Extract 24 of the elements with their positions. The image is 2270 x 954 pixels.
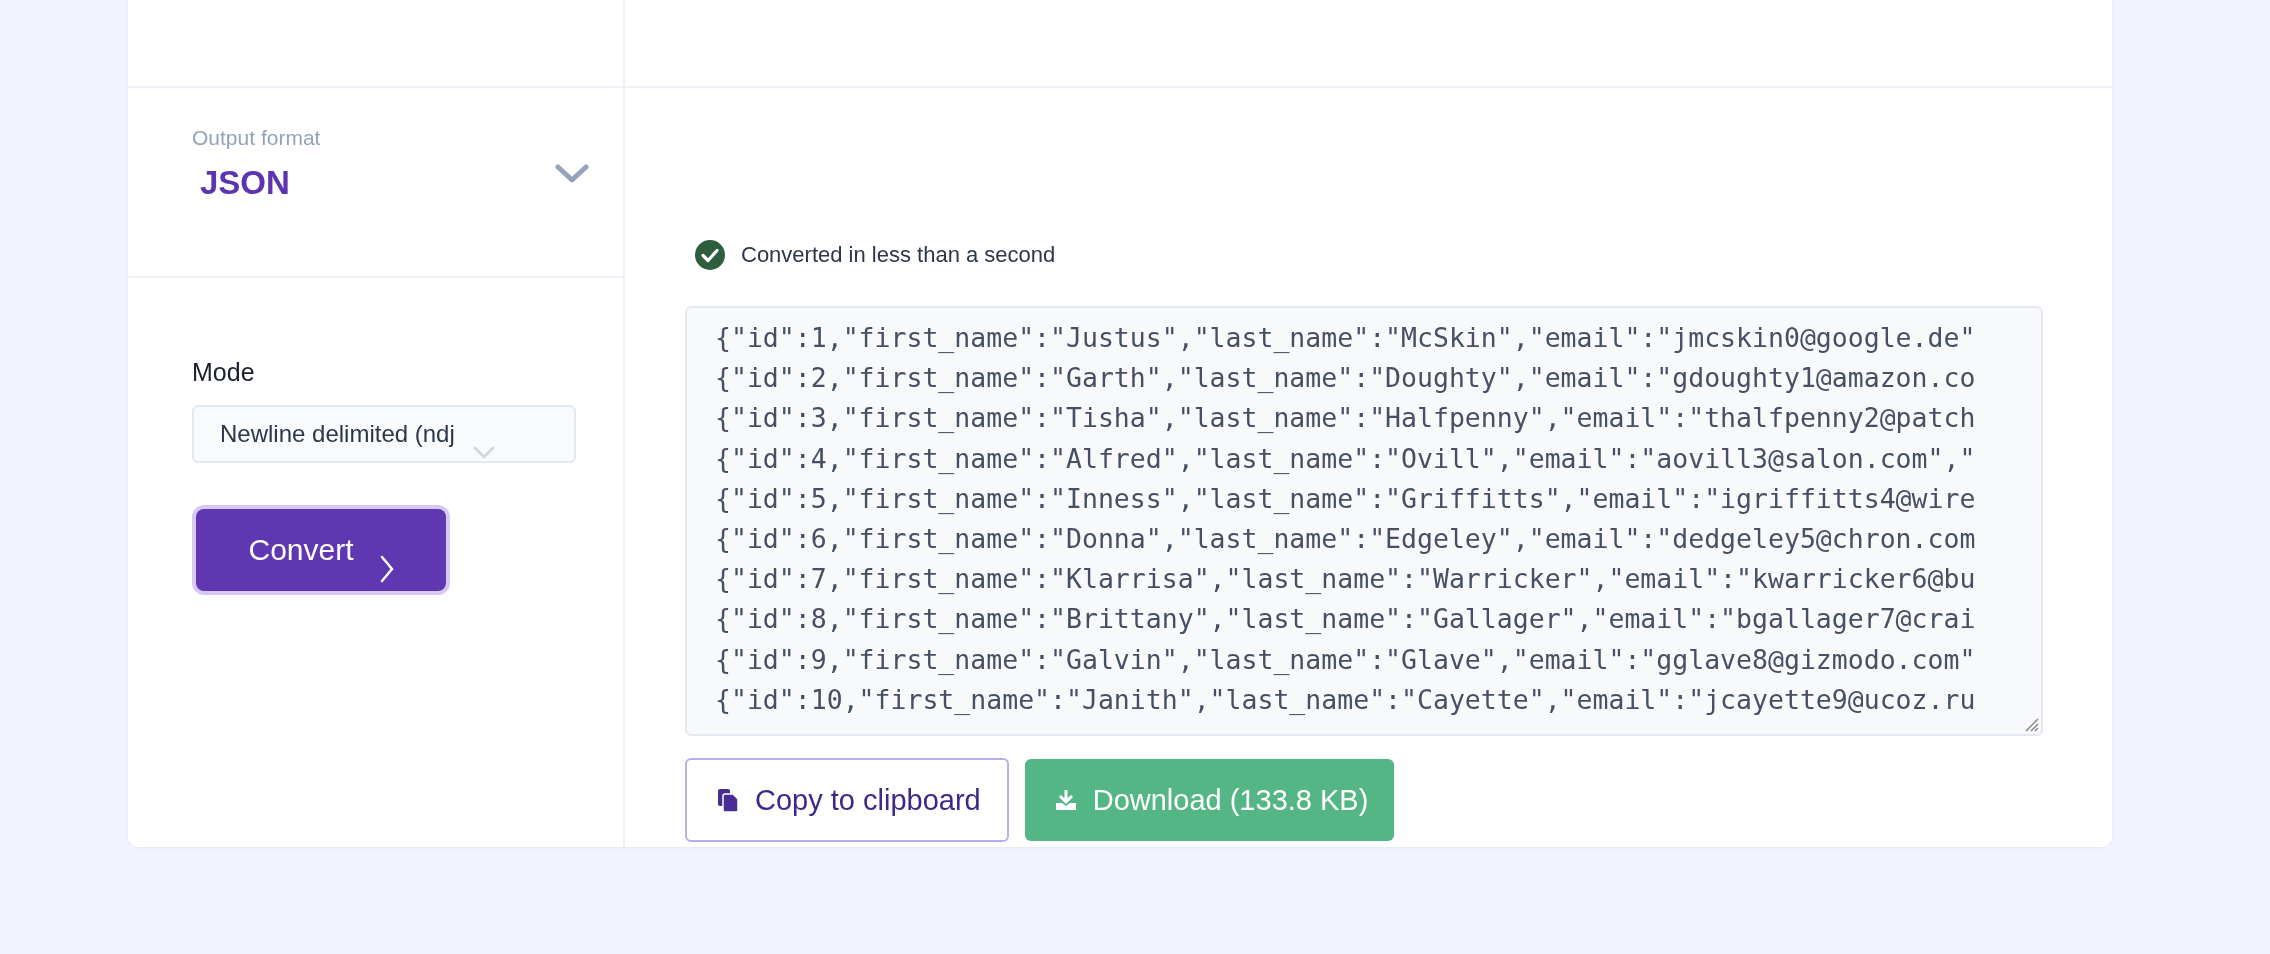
code-line: {"id":3,"first_name":"Tisha","last_name":"Halfpenny","email":"thalfpenny2@patch: [715, 401, 1976, 436]
clipboard-icon: [717, 788, 739, 812]
code-line: {"id":6,"first_name":"Donna","last_name":"Edgeley","email":"dedgeley5@chron.com: [715, 522, 1976, 556]
output-text-area[interactable]: [685, 306, 2043, 736]
mode-select[interactable]: Newline delimited (ndj: [192, 405, 576, 463]
code-line: {"id":10,"first_name":"Janith","last_name":"Cayette","email":"jcayette9@ucoz.ru: [715, 682, 1976, 717]
code-line: {"id":5,"first_name":"Inness","last_name":"Griffitts","email":"igriffitts4@wire: [715, 481, 1976, 516]
code-line: {"id":1,"first_name":"Justus","last_name":"McSkin","email":"jmcskin0@google.de": [715, 321, 1976, 355]
chevron-down-icon: [472, 446, 495, 460]
code-line: {"id":9,"first_name":"Galvin","last_name":"Glave","email":"gglave8@gizmodo.com": [715, 642, 1976, 677]
check-circle-icon: [695, 240, 725, 270]
output-format-value[interactable]: JSON: [200, 164, 321, 202]
chevron-right-icon: [379, 555, 394, 583]
status-message: Converted in less than a second: [741, 242, 1056, 268]
download-icon: [1054, 789, 1077, 811]
chevron-down-icon[interactable]: [555, 164, 589, 184]
copy-button[interactable]: Copy to clipboard: [685, 758, 1009, 842]
code-line: {"id":8,"first_name":"Brittany","last_name":"Gallager","email":"bgallager7@crai: [715, 602, 1976, 637]
mode-label: Mode: [192, 358, 256, 387]
output-format-label: Output format: [192, 126, 321, 150]
code-line: {"id":4,"first_name":"Alfred","last_name":"Ovill","email":"aovill3@salon.com",": [715, 441, 1976, 476]
resize-grip-icon[interactable]: [2023, 716, 2039, 732]
code-line: {"id":7,"first_name":"Klarrisa","last_name":"Warricker","email":"kwarricker6@bu: [715, 562, 1976, 597]
code-line: {"id":2,"first_name":"Garth","last_name":"Doughty","email":"gdoughty1@amazon.co: [715, 361, 1976, 396]
